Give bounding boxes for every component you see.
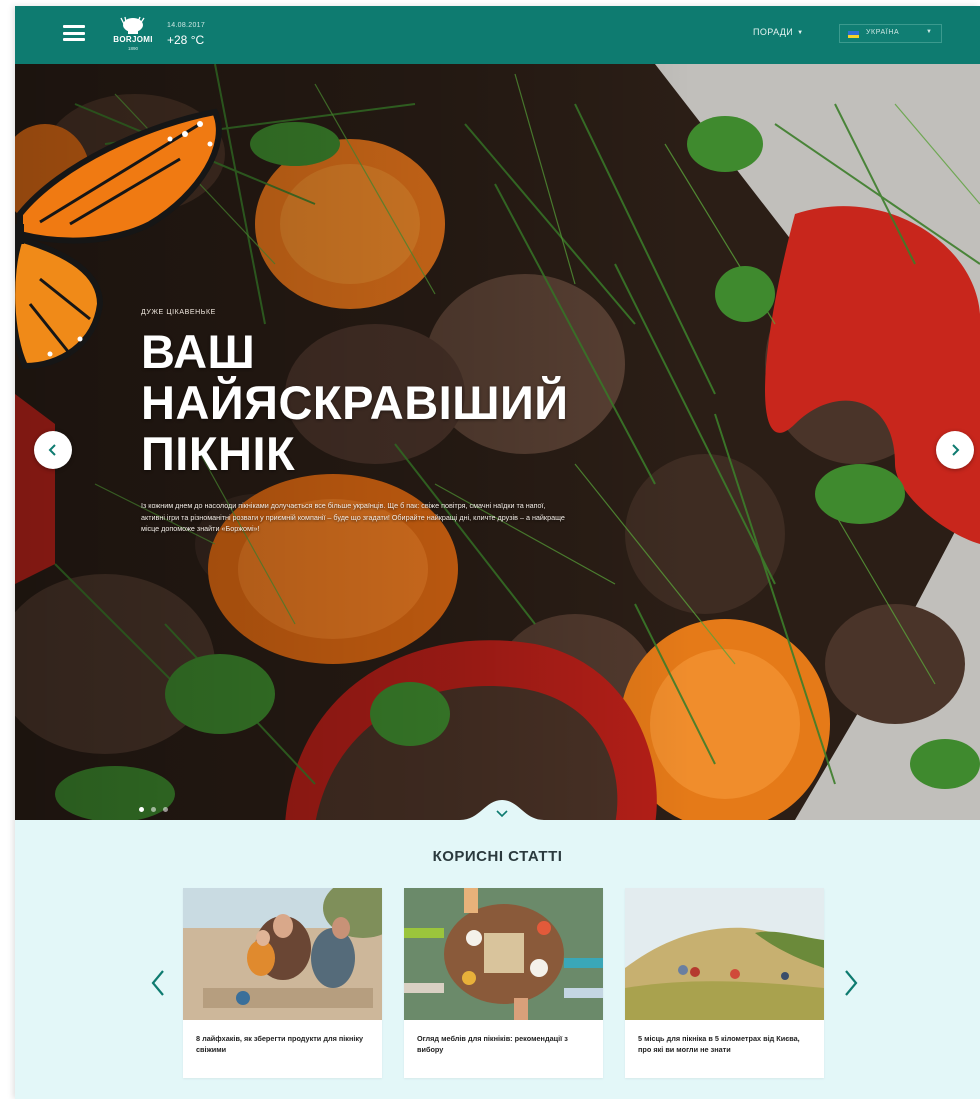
logo-year: 1890 (127, 46, 138, 51)
caret-down-icon: ▼ (797, 30, 804, 36)
weather-date: 14.08.2017 (167, 22, 206, 29)
borjomi-logo[interactable]: BORJOMI 1890 (111, 15, 155, 55)
weather-temperature: +28 °C (167, 33, 205, 47)
article-card[interactable]: 5 місць для пікніка в 5 кілометрах від К… (625, 888, 824, 1078)
article-title: 8 лайфхаків, як зберегти продукти для пі… (196, 1034, 364, 1054)
articles-title: КОРИСНІ СТАТТІ (432, 848, 563, 865)
hero-prev-button[interactable] (34, 431, 72, 469)
page: BORJOMI 1890 14.08.2017 +28 °C ПОРАДИ ▼ У… (0, 0, 980, 1099)
chevron-down-icon (496, 810, 508, 818)
article-image (404, 888, 603, 1020)
country-label: УКРАЇНА (866, 29, 900, 36)
website-frame: BORJOMI 1890 14.08.2017 +28 °C ПОРАДИ ▼ У… (15, 6, 980, 1099)
article-image (625, 888, 824, 1020)
ukraine-flag-icon (848, 31, 859, 38)
hero-slider: ДУЖЕ ЦІКАВЕНЬКЕ ВАШ НАЙЯСКРАВІШИЙ ПІКНІК… (15, 64, 980, 820)
hero-next-button[interactable] (936, 431, 974, 469)
nav-tips-dropdown[interactable]: ПОРАДИ ▼ (753, 27, 803, 37)
country-selector[interactable]: УКРАЇНА ▼ (839, 24, 942, 43)
articles-next-button[interactable] (842, 968, 860, 998)
chevron-left-icon (151, 970, 164, 996)
chevron-right-icon (952, 444, 960, 456)
article-title: Огляд меблів для пікніків: рекомендації … (417, 1034, 568, 1054)
logo-wordmark: BORJOMI (113, 35, 153, 44)
hero-headline: ВАШ НАЙЯСКРАВІШИЙ ПІКНІК (141, 326, 661, 479)
hero-description: Із кожним днем до насолоди пікніками дол… (141, 501, 565, 533)
article-card[interactable]: Огляд меблів для пікніків: рекомендації … (404, 888, 603, 1078)
caret-down-icon: ▼ (926, 29, 932, 35)
scroll-down-button[interactable] (492, 807, 512, 821)
article-title: 5 місць для пікніка в 5 кілометрах від К… (638, 1034, 800, 1054)
chevron-right-icon (845, 970, 858, 996)
article-image (183, 888, 382, 1020)
hamburger-icon[interactable] (63, 25, 85, 41)
headline-line: ВАШ (141, 325, 256, 378)
articles-prev-button[interactable] (149, 968, 167, 998)
headline-line: НАЙЯСКРАВІШИЙ (141, 376, 569, 429)
headline-line: ПІКНІК (141, 427, 296, 480)
article-card[interactable]: 8 лайфхаків, як зберегти продукти для пі… (183, 888, 382, 1078)
nav-tips-label: ПОРАДИ (753, 27, 794, 37)
hero-kicker: ДУЖЕ ЦІКАВЕНЬКЕ (141, 309, 216, 316)
site-header: BORJOMI 1890 14.08.2017 +28 °C ПОРАДИ ▼ У… (15, 6, 980, 64)
chevron-left-icon (48, 444, 56, 456)
